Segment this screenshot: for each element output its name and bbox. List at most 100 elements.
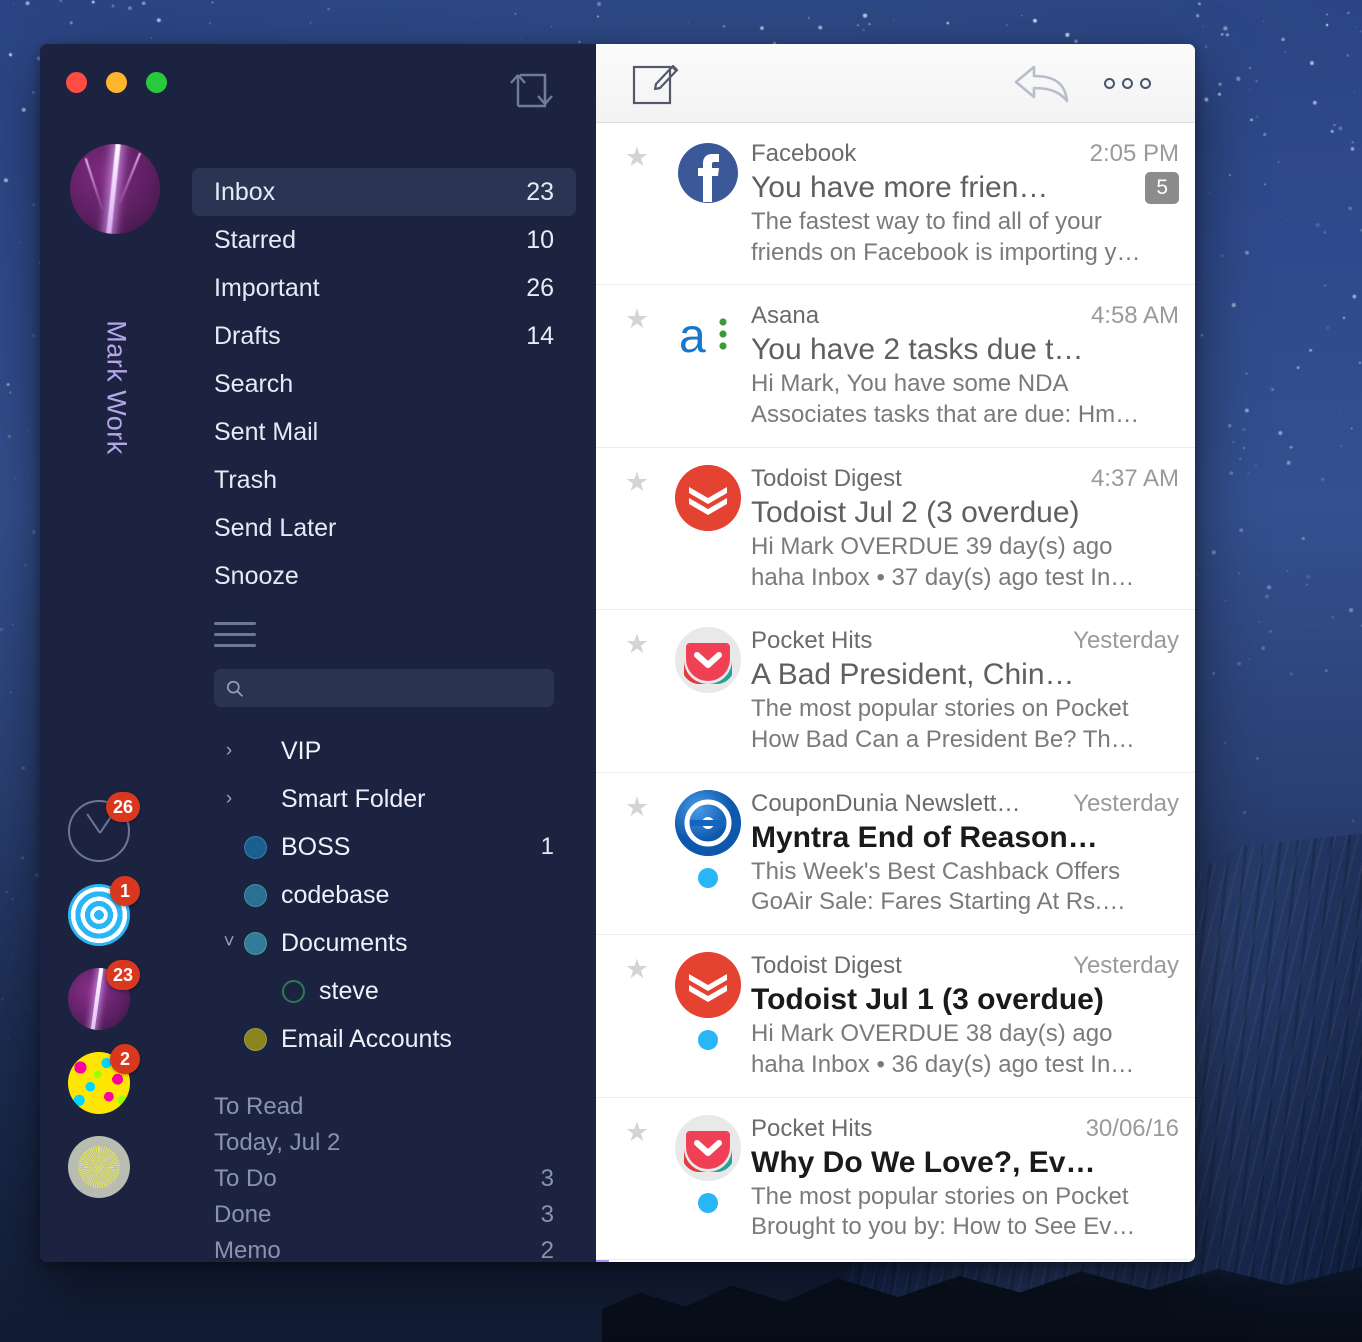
folder-item-email-accounts[interactable]: Email Accounts bbox=[192, 1015, 576, 1063]
star-icon[interactable]: ★ bbox=[625, 306, 649, 430]
email-list[interactable]: ★ Facebook 2:05 PM You have more frien… 5 The… bbox=[596, 123, 1195, 1262]
folder-item-boss[interactable]: BOSS 1 bbox=[192, 823, 576, 871]
email-time: Yesterday bbox=[1073, 952, 1179, 980]
email-time: 30/06/16 bbox=[1085, 1114, 1179, 1142]
chevron-down-icon[interactable]: ˅ bbox=[214, 932, 244, 954]
compose-icon[interactable] bbox=[630, 58, 680, 108]
email-snippet-line-1: The most popular stories on Pocket bbox=[751, 695, 1129, 723]
avatar-column bbox=[665, 140, 751, 268]
email-text-column: Facebook 2:05 PM You have more frien… 5 The … bbox=[751, 140, 1195, 268]
folder-tree: › VIP › Smart Folder BOSS 1 codebase ˅ Documents… bbox=[192, 727, 576, 1063]
star-column: ★ bbox=[609, 1115, 665, 1243]
sidebar-item-drafts[interactable]: Drafts 14 bbox=[192, 312, 576, 360]
star-column: ★ bbox=[609, 465, 665, 593]
email-list-item[interactable]: ★ Pocket Hits 30/06/16 Why Do We Love?, Ev…… bbox=[596, 1097, 1195, 1261]
email-time: 4:37 AM bbox=[1090, 464, 1179, 492]
email-snippet-line-2: Associates tasks that are due: Hm… bbox=[751, 401, 1140, 429]
email-sender: Asana bbox=[751, 302, 820, 330]
star-icon[interactable]: ★ bbox=[625, 1118, 649, 1243]
smart-item-to-read[interactable]: To Read bbox=[192, 1089, 576, 1125]
folder-column: Inbox 23 Starred 10 Important 26 Drafts 14 Searc… bbox=[192, 116, 596, 1262]
search-input[interactable] bbox=[253, 678, 542, 698]
email-snippet-line-1: Hi Mark OVERDUE 38 day(s) ago bbox=[751, 1020, 1113, 1048]
star-icon[interactable]: ★ bbox=[625, 956, 649, 1080]
email-list-item[interactable]: ★ Todoist Digest 4:37 AM Todoist Jul 2 (3 o… bbox=[596, 447, 1195, 611]
search-box[interactable] bbox=[214, 669, 554, 707]
sidebar-item-count: 10 bbox=[526, 225, 554, 254]
folder-item-steve[interactable]: steve bbox=[192, 967, 576, 1015]
reply-icon[interactable] bbox=[1012, 61, 1074, 105]
sidebar-item-snooze[interactable]: Snooze bbox=[192, 552, 576, 600]
avatar-column bbox=[665, 952, 751, 1080]
star-icon[interactable]: ★ bbox=[625, 631, 649, 755]
email-snippet-line-1: The fastest way to find all of your bbox=[751, 208, 1102, 235]
star-icon[interactable]: ★ bbox=[625, 793, 649, 918]
chevron-right-icon[interactable]: › bbox=[214, 788, 244, 810]
dock-item-confetti[interactable]: 2 bbox=[68, 1044, 140, 1114]
badge-count: 2 bbox=[110, 1044, 140, 1074]
dock-item-dandelion[interactable] bbox=[68, 1136, 130, 1198]
sidebar-item-send-later[interactable]: Send Later bbox=[192, 504, 576, 552]
zoom-button[interactable] bbox=[146, 72, 167, 93]
email-snippet-line-1: Hi Mark OVERDUE 39 day(s) ago bbox=[751, 532, 1113, 560]
pocket-logo-icon bbox=[675, 1114, 741, 1181]
avatar-column bbox=[665, 1114, 751, 1243]
mail-window: Mark Work 26 1 23 2 Inbox 23 Starred 10 … bbox=[40, 44, 1195, 1262]
email-subject: A Bad President, Chin… bbox=[751, 658, 1075, 692]
sidebar-item-search[interactable]: Search bbox=[192, 360, 576, 408]
dock-item-lightning[interactable]: 23 bbox=[68, 960, 140, 1030]
email-sender: Facebook bbox=[751, 140, 857, 167]
avatar-column bbox=[665, 627, 751, 755]
email-snippet-line-2: How Bad Can a President Be? Th… bbox=[751, 726, 1135, 754]
smart-item-count: 3 bbox=[540, 1165, 554, 1192]
chevron-right-icon[interactable]: › bbox=[214, 740, 244, 762]
email-snippet-line-2: Brought to you by: How to See Ev… bbox=[751, 1213, 1136, 1241]
email-list-item[interactable]: ★ Pocket Hits Yesterday A Bad President, Ch… bbox=[596, 610, 1195, 773]
email-snippet: Hi Mark OVERDUE 38 day(s) ago haha Inbox … bbox=[751, 1019, 1179, 1080]
sender-avatar: a bbox=[675, 302, 741, 369]
sync-icon[interactable] bbox=[504, 68, 558, 110]
sidebar-item-inbox[interactable]: Inbox 23 bbox=[192, 168, 576, 216]
dock-item-clock[interactable]: 26 bbox=[68, 792, 140, 862]
sidebar-item-starred[interactable]: Starred 10 bbox=[192, 216, 576, 264]
sidebar-item-sent-mail[interactable]: Sent Mail bbox=[192, 408, 576, 456]
email-subject: You have more frien… bbox=[751, 171, 1049, 204]
minimize-button[interactable] bbox=[106, 72, 127, 93]
sidebar-item-label: Drafts bbox=[214, 321, 281, 350]
folder-item-codebase[interactable]: codebase bbox=[192, 871, 576, 919]
sender-avatar bbox=[675, 952, 741, 1019]
email-subject: Todoist Jul 2 (3 overdue) bbox=[751, 495, 1080, 529]
email-list-item[interactable]: ★ Facebook 2:05 PM You have more frien… 5 The… bbox=[596, 123, 1195, 286]
email-list-item[interactable]: ★ Todoist Digest Yesterday Todoist Jul 1 (3… bbox=[596, 935, 1195, 1098]
email-text-column: CouponDunia Newslett… Yesterday Myntra End… bbox=[751, 790, 1195, 918]
smart-item-to-do[interactable]: To Do 3 bbox=[192, 1161, 576, 1197]
email-list-item[interactable]: ★ CouponDunia Newslett… Yesterday Myntra En… bbox=[596, 772, 1195, 936]
folder-item-smart-folder[interactable]: › Smart Folder bbox=[192, 775, 576, 823]
folder-item-label: Email Accounts bbox=[281, 1024, 452, 1053]
folder-item-label: BOSS bbox=[281, 832, 351, 861]
dock-item-target[interactable]: 1 bbox=[68, 876, 140, 946]
email-list-item[interactable]: ★ a Asana 4:58 AM You have 2 tasks due t… Hi … bbox=[596, 285, 1195, 448]
sidebar-item-trash[interactable]: Trash bbox=[192, 456, 576, 504]
close-button[interactable] bbox=[66, 72, 87, 93]
smart-item-memo[interactable]: Memo 2 bbox=[192, 1233, 576, 1262]
more-dots-icon[interactable] bbox=[1104, 77, 1151, 89]
avatar[interactable] bbox=[70, 144, 160, 234]
thread-count-badge: 5 bbox=[1145, 172, 1179, 204]
sidebar-item-label: Important bbox=[214, 273, 320, 302]
sidebar-item-label: Inbox bbox=[214, 177, 276, 206]
email-subject: You have 2 tasks due t… bbox=[751, 333, 1084, 367]
folder-item-vip[interactable]: › VIP bbox=[192, 727, 576, 775]
star-icon[interactable]: ★ bbox=[625, 143, 649, 268]
todoist-logo-icon bbox=[675, 464, 741, 531]
hamburger-icon[interactable] bbox=[214, 622, 256, 647]
folder-color-dot bbox=[244, 883, 267, 907]
unread-indicator bbox=[698, 1192, 718, 1213]
sidebar-item-important[interactable]: Important 26 bbox=[192, 264, 576, 312]
smart-item-label: Done bbox=[214, 1201, 272, 1228]
folder-item-documents[interactable]: ˅ Documents bbox=[192, 919, 576, 967]
smart-item-done[interactable]: Done 3 bbox=[192, 1197, 576, 1233]
folder-color-dot bbox=[244, 1027, 267, 1051]
smart-item-today-jul-2[interactable]: Today, Jul 2 bbox=[192, 1125, 576, 1161]
star-icon[interactable]: ★ bbox=[625, 468, 649, 593]
